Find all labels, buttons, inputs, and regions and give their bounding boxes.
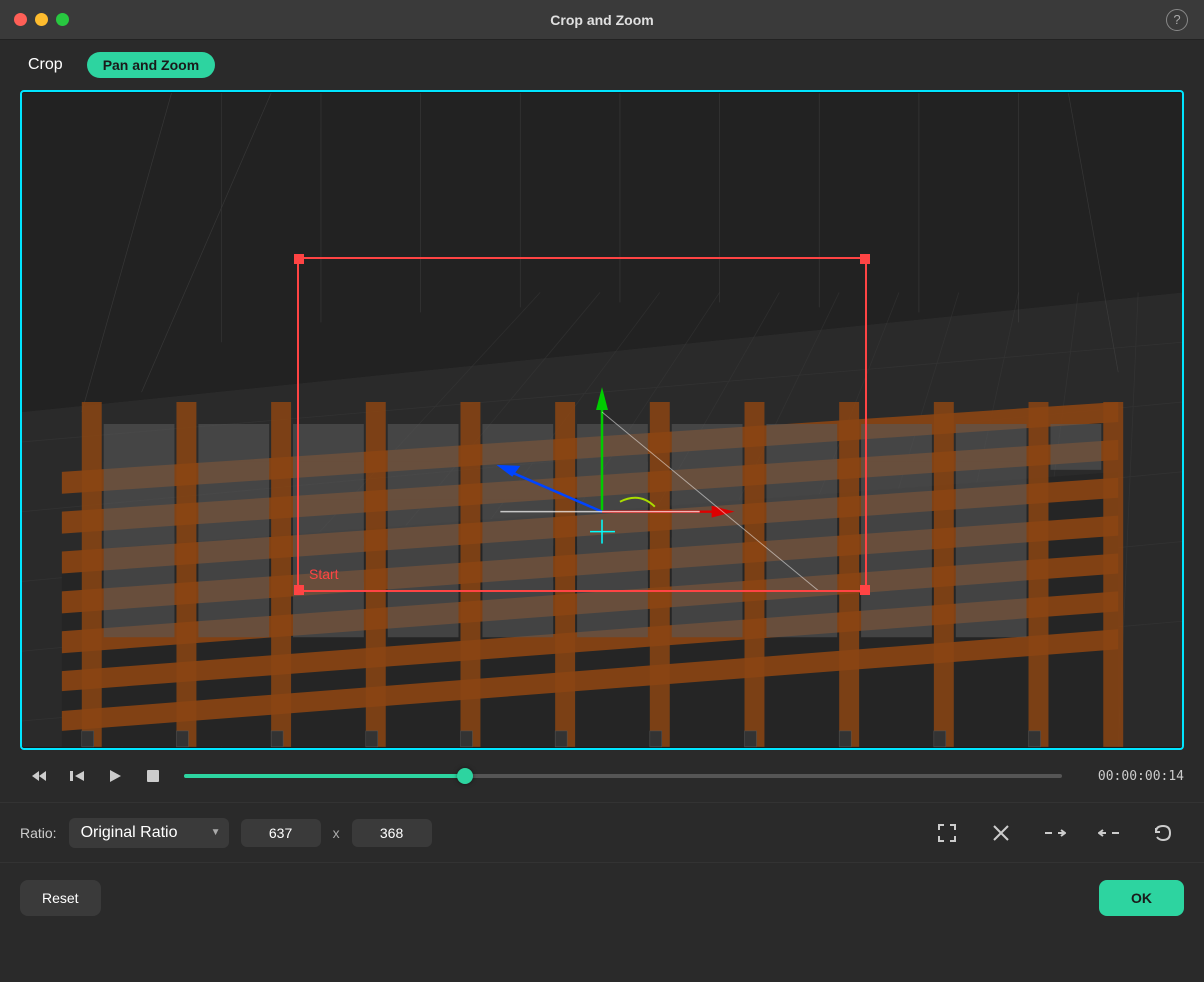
- fullscreen-button[interactable]: [926, 818, 968, 848]
- stop-button[interactable]: [134, 761, 172, 791]
- tab-pan-zoom[interactable]: Pan and Zoom: [87, 52, 215, 78]
- scene-svg: [22, 92, 1182, 748]
- help-button[interactable]: ?: [1166, 9, 1188, 31]
- close-crop-button[interactable]: [980, 818, 1022, 848]
- title-bar: Crop and Zoom ?: [0, 0, 1204, 40]
- timeline-track[interactable]: [184, 774, 1062, 778]
- fit-in-button[interactable]: [1034, 818, 1076, 848]
- traffic-light-green[interactable]: [56, 13, 69, 26]
- reset-button[interactable]: Reset: [20, 880, 101, 916]
- ratio-bar: Ratio: Original Ratio ▼ x: [0, 802, 1204, 862]
- play-button[interactable]: [96, 761, 134, 791]
- time-display: 00:00:00:14: [1074, 769, 1184, 784]
- timeline-area[interactable]: [184, 774, 1062, 778]
- dimension-separator: x: [333, 825, 340, 841]
- ratio-selected-value: Original Ratio: [81, 824, 178, 842]
- timeline-thumb[interactable]: [457, 768, 473, 784]
- traffic-light-yellow[interactable]: [35, 13, 48, 26]
- chevron-down-icon: ▼: [211, 827, 221, 838]
- height-input[interactable]: [352, 819, 432, 847]
- scene-background: Start: [22, 92, 1182, 748]
- timeline-fill: [184, 774, 465, 778]
- ratio-select-wrapper[interactable]: Original Ratio ▼: [69, 818, 229, 848]
- ok-button[interactable]: OK: [1099, 880, 1184, 916]
- width-input[interactable]: [241, 819, 321, 847]
- controls-bar: 00:00:00:14: [0, 750, 1204, 802]
- step-back-button[interactable]: [58, 761, 96, 791]
- ratio-label: Ratio:: [20, 825, 57, 841]
- traffic-lights: [14, 13, 69, 26]
- tab-crop[interactable]: Crop: [20, 52, 71, 78]
- traffic-light-red[interactable]: [14, 13, 27, 26]
- video-area: preview End Grid Spacing : 100 cm: [20, 90, 1184, 750]
- window-title: Crop and Zoom: [550, 12, 653, 28]
- bottom-bar: Reset OK: [0, 862, 1204, 932]
- undo-button[interactable]: [1142, 818, 1184, 848]
- tab-bar: Crop Pan and Zoom: [0, 40, 1204, 90]
- prev-button[interactable]: [20, 761, 58, 791]
- fit-out-button[interactable]: [1088, 818, 1130, 848]
